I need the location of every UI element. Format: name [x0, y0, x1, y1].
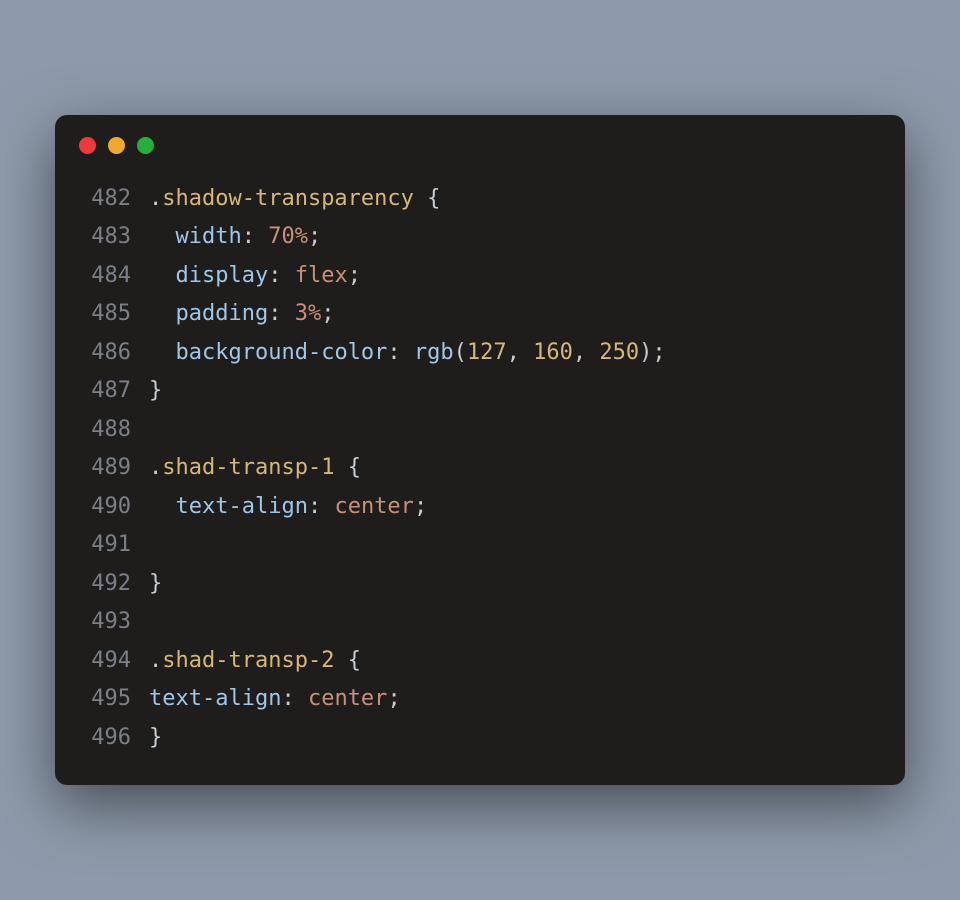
code-content[interactable] [149, 411, 162, 450]
close-icon[interactable] [79, 137, 96, 154]
code-content[interactable]: } [149, 372, 162, 411]
titlebar [55, 115, 905, 172]
code-line[interactable]: 482 .shadow-transparency { [75, 180, 885, 219]
code-line[interactable]: 489 .shad-transp-1 { [75, 449, 885, 488]
code-line[interactable]: 494 .shad-transp-2 { [75, 642, 885, 681]
code-content[interactable]: background-color: rgb(127, 160, 250); [149, 334, 666, 373]
line-number: 493 [75, 603, 131, 642]
line-number: 488 [75, 411, 131, 450]
code-content[interactable]: } [149, 565, 162, 604]
line-number: 486 [75, 334, 131, 373]
code-line[interactable]: 496} [75, 719, 885, 758]
line-number: 482 [75, 180, 131, 219]
code-content[interactable] [149, 526, 162, 565]
code-content[interactable]: .shadow-transparency { [149, 180, 440, 219]
code-line[interactable]: 483 width: 70%; [75, 218, 885, 257]
line-number: 487 [75, 372, 131, 411]
code-line[interactable]: 490 text-align: center; [75, 488, 885, 527]
code-line[interactable]: 491 [75, 526, 885, 565]
line-number: 491 [75, 526, 131, 565]
maximize-icon[interactable] [137, 137, 154, 154]
code-content[interactable]: .shad-transp-2 { [149, 642, 361, 681]
line-number: 489 [75, 449, 131, 488]
code-line[interactable]: 492} [75, 565, 885, 604]
line-number: 494 [75, 642, 131, 681]
code-content[interactable]: padding: 3%; [149, 295, 334, 334]
code-content[interactable]: width: 70%; [149, 218, 321, 257]
line-number: 495 [75, 680, 131, 719]
code-content[interactable]: .shad-transp-1 { [149, 449, 361, 488]
code-line[interactable]: 486 background-color: rgb(127, 160, 250)… [75, 334, 885, 373]
code-line[interactable]: 488 [75, 411, 885, 450]
code-line[interactable]: 484 display: flex; [75, 257, 885, 296]
code-line[interactable]: 487} [75, 372, 885, 411]
code-editor[interactable]: 482.shadow-transparency {483 width: 70%;… [55, 172, 905, 766]
line-number: 483 [75, 218, 131, 257]
code-content[interactable]: display: flex; [149, 257, 361, 296]
editor-window: 482.shadow-transparency {483 width: 70%;… [55, 115, 905, 786]
line-number: 485 [75, 295, 131, 334]
code-line[interactable]: 493 [75, 603, 885, 642]
code-content[interactable] [149, 603, 162, 642]
line-number: 490 [75, 488, 131, 527]
line-number: 492 [75, 565, 131, 604]
code-content[interactable]: } [149, 719, 162, 758]
code-line[interactable]: 485 padding: 3%; [75, 295, 885, 334]
code-content[interactable]: text-align: center; [149, 488, 427, 527]
code-content[interactable]: text-align: center; [149, 680, 401, 719]
line-number: 496 [75, 719, 131, 758]
code-line[interactable]: 495 text-align: center; [75, 680, 885, 719]
line-number: 484 [75, 257, 131, 296]
minimize-icon[interactable] [108, 137, 125, 154]
